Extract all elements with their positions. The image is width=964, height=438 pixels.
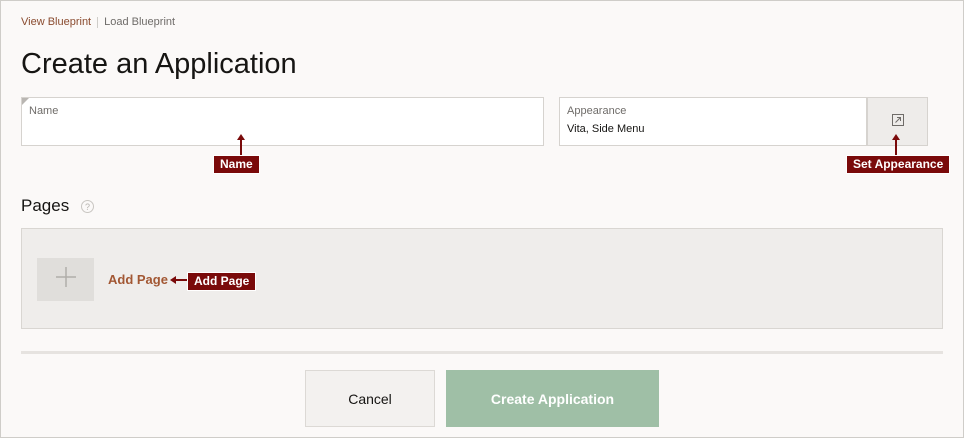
appearance-field-label: Appearance (567, 105, 627, 117)
create-application-button[interactable]: Create Application (446, 370, 659, 427)
add-page-callout: Add Page (187, 272, 257, 291)
external-link-icon (891, 113, 904, 131)
name-field-label: Name (29, 105, 59, 117)
add-page-link[interactable]: Add Page (108, 272, 168, 287)
required-marker (22, 98, 29, 105)
pages-section-title: Pages (21, 196, 70, 215)
view-blueprint-link[interactable]: View Blueprint (21, 16, 91, 28)
page-title: Create an Application (21, 48, 297, 80)
add-page-callout-arrow (176, 279, 187, 281)
appearance-callout-arrow (895, 140, 897, 155)
appearance-value: Vita, Side Menu (567, 123, 645, 135)
create-application-dialog: View Blueprint Load Blueprint Create an … (0, 0, 964, 438)
help-icon[interactable]: ? (81, 200, 94, 213)
pages-list: Add Page (21, 228, 943, 329)
plus-icon (55, 266, 77, 293)
set-appearance-callout: Set Appearance (846, 155, 951, 174)
name-input[interactable] (29, 120, 534, 140)
name-callout-arrow (240, 140, 242, 155)
name-field[interactable]: Name (21, 97, 544, 146)
add-page-tile[interactable] (37, 258, 94, 301)
footer-divider (21, 351, 943, 354)
load-blueprint-link[interactable]: Load Blueprint (104, 16, 175, 28)
breadcrumb-separator (97, 16, 99, 28)
name-callout: Name (213, 155, 260, 174)
appearance-field[interactable]: Appearance Vita, Side Menu (559, 97, 867, 146)
breadcrumb: View Blueprint Load Blueprint (21, 16, 175, 28)
cancel-button[interactable]: Cancel (305, 370, 435, 427)
